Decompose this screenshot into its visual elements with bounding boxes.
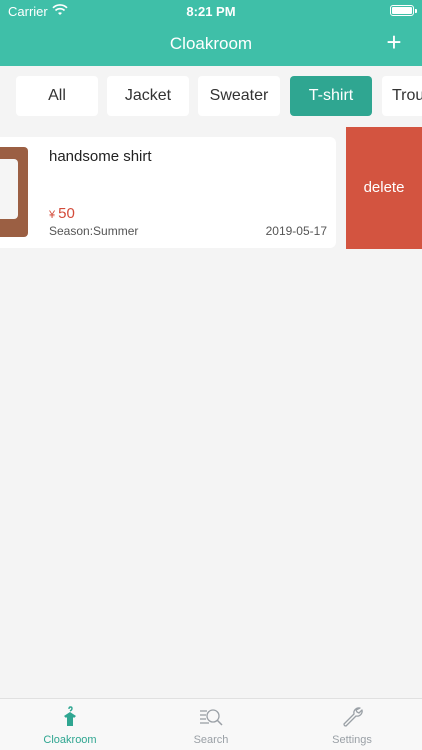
hanger-icon bbox=[64, 706, 76, 726]
tab-all[interactable]: All bbox=[16, 76, 98, 116]
tabbar-label-settings: Settings bbox=[332, 734, 372, 746]
search-icon bbox=[200, 709, 223, 726]
navigation-header: Carrier 8:21 PM Cloakroom + bbox=[0, 0, 422, 66]
tabbar-label-search: Search bbox=[193, 734, 229, 746]
tabbar-item-search[interactable]: Search bbox=[141, 699, 281, 750]
item-date: 2019-05-17 bbox=[265, 224, 327, 238]
battery-icon bbox=[390, 5, 417, 16]
add-button[interactable]: + bbox=[380, 28, 408, 56]
tab-jacket[interactable]: Jacket bbox=[107, 76, 189, 116]
item-thumbnail bbox=[0, 147, 28, 237]
tab-trousers[interactable]: Trou bbox=[382, 76, 422, 116]
tabbar-item-settings[interactable]: Settings bbox=[282, 699, 422, 750]
clothing-item-card[interactable]: handsome shirt ¥50 Season:Summer 2019-05… bbox=[0, 137, 336, 248]
shirt-image bbox=[0, 159, 18, 219]
item-name: handsome shirt bbox=[49, 148, 152, 165]
page-title: Cloakroom bbox=[169, 34, 253, 53]
price-value: 50 bbox=[58, 205, 75, 222]
currency-symbol: ¥ bbox=[49, 209, 56, 221]
tabbar-label-cloakroom: Cloakroom bbox=[43, 734, 97, 746]
bottom-tab-bar: Cloakroom Search Settings bbox=[0, 698, 422, 750]
tab-sweater[interactable]: Sweater bbox=[198, 76, 280, 116]
status-bar: Carrier 8:21 PM bbox=[0, 0, 422, 22]
status-time: 8:21 PM bbox=[186, 4, 236, 19]
item-season: Season:Summer bbox=[49, 224, 139, 238]
tabbar-item-cloakroom[interactable]: Cloakroom bbox=[0, 699, 140, 750]
item-price: ¥50 bbox=[49, 205, 75, 222]
category-tabs: All Jacket Sweater T-shirt Trou bbox=[0, 66, 422, 126]
wrench-icon bbox=[343, 707, 363, 727]
delete-button[interactable]: delete bbox=[346, 127, 422, 249]
tab-t-shirt[interactable]: T-shirt bbox=[290, 76, 372, 116]
